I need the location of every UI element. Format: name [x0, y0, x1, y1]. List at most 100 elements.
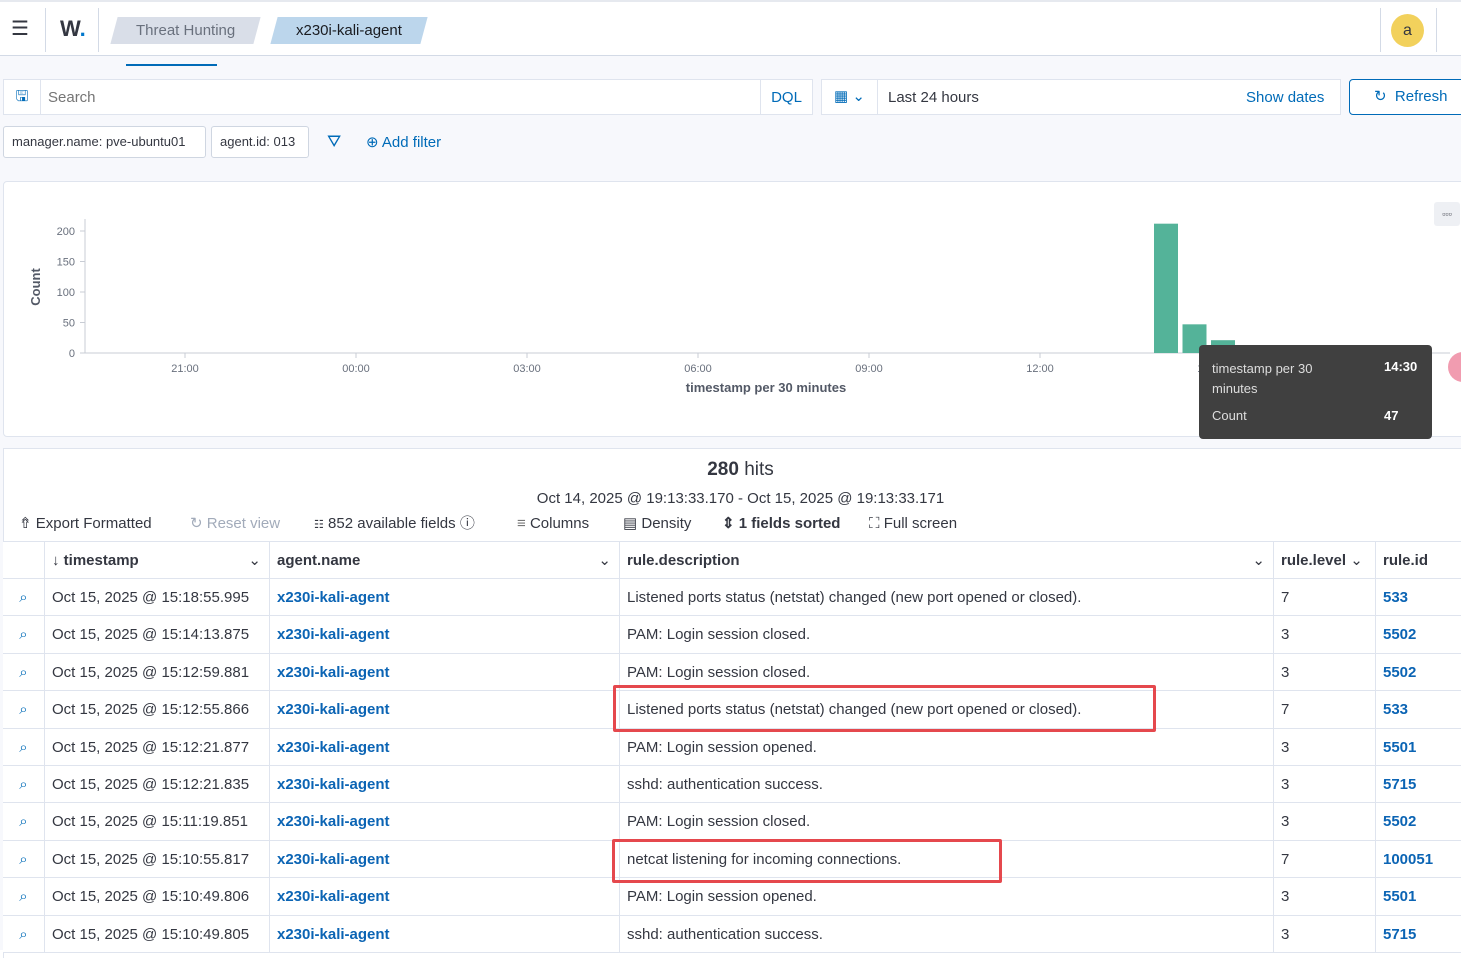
- cell-agent-name[interactable]: x230i-kali-agent: [270, 653, 620, 691]
- cell-rule-id[interactable]: 5502: [1376, 616, 1461, 653]
- table-row: ⌕ Oct 15, 2025 @ 15:10:49.806 x230i-kali…: [3, 878, 1461, 916]
- cell-rule-level: 3: [1274, 616, 1376, 654]
- available-fields-button[interactable]: ☷ 852 available fields ⓘ: [314, 515, 475, 534]
- cell-rule-id[interactable]: 5501: [1376, 729, 1461, 766]
- header-rule-level[interactable]: rule.level ⌄: [1274, 542, 1376, 579]
- inspect-document-icon[interactable]: ⌕: [3, 691, 45, 729]
- sort-icon: ⇕: [722, 515, 735, 532]
- header-actions: [3, 542, 45, 579]
- cell-agent-name[interactable]: x230i-kali-agent: [270, 915, 620, 953]
- header-rule-description[interactable]: rule.description ⌄: [620, 542, 1274, 579]
- chevron-down-icon[interactable]: ⌄: [598, 542, 611, 579]
- inspect-document-icon[interactable]: ⌕: [3, 878, 45, 916]
- cell-rule-id[interactable]: 5715: [1376, 766, 1461, 803]
- cell-agent-name[interactable]: x230i-kali-agent: [270, 803, 620, 841]
- inspect-document-icon[interactable]: ⌕: [3, 653, 45, 691]
- cell-agent-name[interactable]: x230i-kali-agent: [270, 766, 620, 803]
- cell-rule-id[interactable]: 533: [1376, 691, 1461, 728]
- cell-agent-name[interactable]: x230i-kali-agent: [270, 691, 620, 729]
- header-timestamp[interactable]: ↓ timestamp ⌄: [45, 542, 270, 579]
- fullscreen-button[interactable]: ⛶ Full screen: [869, 515, 957, 533]
- reset-view-button[interactable]: ↻ Reset view: [190, 515, 280, 533]
- cell-agent-name[interactable]: x230i-kali-agent: [270, 878, 620, 916]
- search-input[interactable]: [48, 86, 748, 108]
- highlight-box: [612, 839, 1002, 883]
- inspect-document-icon[interactable]: ⌕: [3, 728, 45, 766]
- add-filter-button[interactable]: ⊕ Add filter: [366, 133, 441, 151]
- inspect-document-icon[interactable]: ⌕: [3, 803, 45, 841]
- cell-agent-name[interactable]: x230i-kali-agent: [270, 840, 620, 878]
- breadcrumb-agent[interactable]: x230i-kali-agent: [270, 17, 428, 44]
- cell-timestamp: Oct 15, 2025 @ 15:12:55.866: [45, 691, 270, 729]
- cell-timestamp: Oct 15, 2025 @ 15:12:59.881: [45, 653, 270, 691]
- export-icon: ⇮: [19, 515, 32, 532]
- cell-rule-level: 3: [1274, 803, 1376, 841]
- cell-rule-level: 7: [1274, 691, 1376, 729]
- chevron-down-icon[interactable]: ⌄: [1252, 542, 1265, 579]
- cell-rule-description: PAM: Login session closed.: [620, 803, 1274, 841]
- cell-timestamp: Oct 15, 2025 @ 15:10:55.817: [45, 840, 270, 878]
- cell-timestamp: Oct 15, 2025 @ 15:10:49.806: [45, 878, 270, 916]
- cell-rule-description: PAM: Login session opened.: [620, 878, 1274, 916]
- cell-rule-level: 7: [1274, 840, 1376, 878]
- cell-rule-id[interactable]: 533: [1376, 579, 1461, 616]
- menu-icon[interactable]: ☰: [11, 19, 29, 39]
- cell-agent-name[interactable]: x230i-kali-agent: [270, 616, 620, 654]
- calendar-icon[interactable]: ▦ ⌄: [822, 80, 878, 114]
- table-row: ⌕ Oct 15, 2025 @ 15:18:55.995 x230i-kali…: [3, 579, 1461, 617]
- y-tick-label: 100: [57, 287, 75, 299]
- cell-rule-id[interactable]: 5502: [1376, 654, 1461, 691]
- cell-timestamp: Oct 15, 2025 @ 15:18:55.995: [45, 579, 270, 616]
- x-tick-label: 09:00: [855, 363, 883, 375]
- cell-timestamp: Oct 15, 2025 @ 15:12:21.835: [45, 766, 270, 803]
- filter-pill-agent[interactable]: agent.id: 013: [211, 126, 309, 158]
- avatar[interactable]: a: [1391, 14, 1424, 47]
- cell-timestamp: Oct 15, 2025 @ 15:12:21.877: [45, 728, 270, 766]
- cell-timestamp: Oct 15, 2025 @ 15:10:49.805: [45, 915, 270, 953]
- breadcrumb-threat-hunting[interactable]: Threat Hunting: [110, 17, 261, 44]
- plus-icon: ⊕: [366, 134, 379, 151]
- cell-rule-id[interactable]: 100051: [1376, 841, 1461, 878]
- density-button[interactable]: ▤ Density: [623, 515, 691, 533]
- filter-pill-manager[interactable]: manager.name: pve-ubuntu01: [3, 126, 206, 158]
- histogram-bar[interactable]: [1154, 223, 1178, 353]
- chevron-down-icon[interactable]: ⌄: [1350, 552, 1363, 569]
- show-dates-button[interactable]: Show dates: [1246, 89, 1324, 106]
- cell-agent-name[interactable]: x230i-kali-agent: [270, 579, 620, 616]
- inspect-document-icon[interactable]: ⌕: [3, 579, 45, 616]
- columns-button[interactable]: ≡ Columns: [517, 515, 589, 533]
- cell-rule-level: 7: [1274, 579, 1376, 616]
- cell-rule-id[interactable]: 5501: [1376, 878, 1461, 915]
- inspect-document-icon[interactable]: ⌕: [3, 616, 45, 654]
- cell-agent-name[interactable]: x230i-kali-agent: [270, 728, 620, 766]
- cell-rule-description: Listened ports status (netstat) changed …: [620, 579, 1274, 616]
- header-rule-id[interactable]: rule.id: [1376, 542, 1461, 579]
- x-tick-label: 03:00: [513, 363, 541, 375]
- export-button[interactable]: ⇮ Export Formatted: [19, 515, 152, 533]
- chevron-down-icon[interactable]: ⌄: [248, 542, 261, 579]
- dql-button[interactable]: DQL: [760, 80, 812, 114]
- inspect-document-icon[interactable]: ⌕: [3, 840, 45, 878]
- cell-rule-description: PAM: Login session opened.: [620, 728, 1274, 766]
- table-row: ⌕ Oct 15, 2025 @ 15:11:19.851 x230i-kali…: [3, 803, 1461, 841]
- filter-icon[interactable]: ⛛: [327, 132, 341, 152]
- date-picker: ▦ ⌄ Last 24 hours Show dates: [821, 79, 1341, 115]
- header-agent-name[interactable]: agent.name ⌄: [270, 542, 620, 579]
- y-tick-label: 200: [57, 226, 75, 238]
- save-query-icon[interactable]: 🖫: [4, 80, 41, 114]
- cell-rule-description: sshd: authentication success.: [620, 915, 1274, 953]
- fullscreen-icon: ⛶: [869, 515, 880, 532]
- time-range[interactable]: Last 24 hours: [888, 89, 979, 106]
- cell-rule-level: 3: [1274, 653, 1376, 691]
- sort-button[interactable]: ⇕ 1 fields sorted: [722, 515, 840, 533]
- logo[interactable]: W.: [60, 16, 86, 42]
- cell-rule-id[interactable]: 5502: [1376, 803, 1461, 840]
- table-row: ⌕ Oct 15, 2025 @ 15:12:21.835 x230i-kali…: [3, 766, 1461, 804]
- cell-timestamp: Oct 15, 2025 @ 15:14:13.875: [45, 616, 270, 654]
- inspect-document-icon[interactable]: ⌕: [3, 766, 45, 803]
- hits-count: 280 hits: [707, 459, 774, 480]
- refresh-button[interactable]: ↻ Refresh: [1349, 79, 1461, 115]
- inspect-document-icon[interactable]: ⌕: [3, 915, 45, 953]
- info-icon: ⓘ: [459, 515, 475, 532]
- cell-rule-id[interactable]: 5715: [1376, 916, 1461, 953]
